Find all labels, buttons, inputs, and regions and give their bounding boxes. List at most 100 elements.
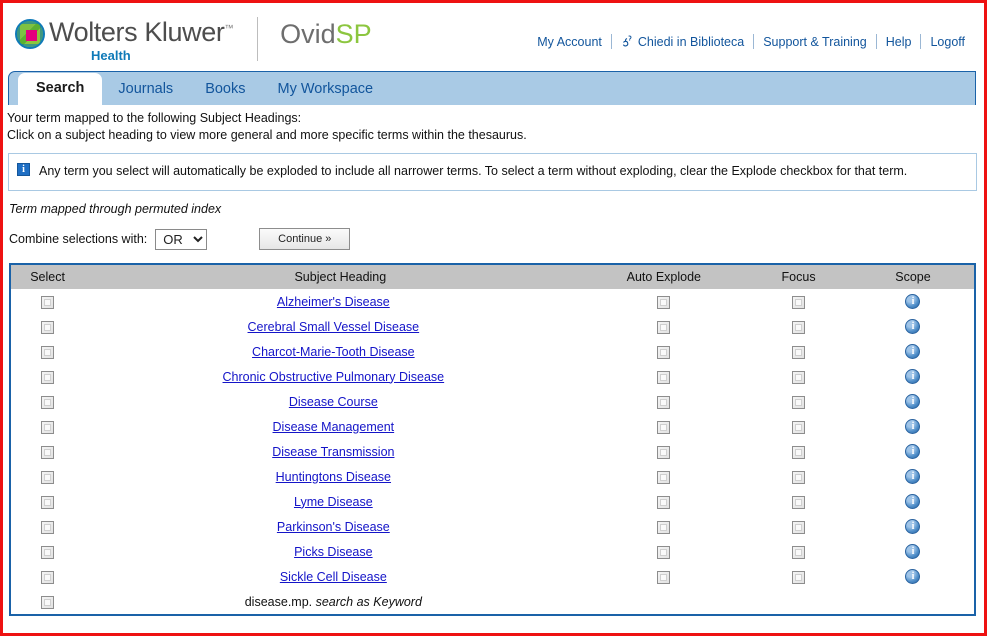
scope-info-icon[interactable]: i bbox=[905, 544, 921, 560]
select-checkbox[interactable] bbox=[41, 570, 55, 584]
checkbox-inner bbox=[660, 423, 668, 431]
cell-select bbox=[11, 364, 84, 389]
scope-info-icon[interactable]: i bbox=[905, 494, 921, 510]
focus-checkbox[interactable] bbox=[792, 295, 806, 309]
select-checkbox[interactable] bbox=[41, 445, 55, 459]
auto-explode-checkbox[interactable] bbox=[657, 420, 671, 434]
tab-books[interactable]: Books bbox=[189, 75, 261, 105]
checkbox-inner bbox=[660, 373, 668, 381]
select-checkbox[interactable] bbox=[41, 345, 55, 359]
select-checkbox[interactable] bbox=[41, 545, 55, 559]
cell-select bbox=[11, 514, 84, 539]
select-checkbox[interactable] bbox=[41, 595, 55, 609]
cell-auto-explode bbox=[582, 464, 745, 489]
table-row: Cerebral Small Vessel Disease i bbox=[11, 314, 974, 339]
scope-info-icon[interactable]: i bbox=[905, 294, 921, 310]
focus-checkbox[interactable] bbox=[792, 420, 806, 434]
brand-text: Wolters Kluwer™ Health bbox=[49, 13, 233, 63]
trademark-mark: ™ bbox=[224, 23, 234, 33]
focus-checkbox[interactable] bbox=[792, 320, 806, 334]
page-header: Wolters Kluwer™ Health OvidSP My Account… bbox=[3, 3, 984, 71]
subject-heading-link[interactable]: Picks Disease bbox=[294, 545, 373, 559]
focus-checkbox[interactable] bbox=[792, 345, 806, 359]
info-icon: i bbox=[17, 163, 30, 176]
subject-heading-link[interactable]: Alzheimer's Disease bbox=[277, 295, 390, 309]
select-checkbox[interactable] bbox=[41, 295, 55, 309]
select-checkbox[interactable] bbox=[41, 395, 55, 409]
nav-ask-a-librarian[interactable]: Chiedi in Biblioteca bbox=[612, 35, 753, 49]
auto-explode-checkbox[interactable] bbox=[657, 495, 671, 509]
auto-explode-checkbox[interactable] bbox=[657, 445, 671, 459]
auto-explode-checkbox[interactable] bbox=[657, 470, 671, 484]
auto-explode-checkbox[interactable] bbox=[657, 545, 671, 559]
subject-heading-link[interactable]: Sickle Cell Disease bbox=[280, 570, 387, 584]
focus-checkbox[interactable] bbox=[792, 370, 806, 384]
auto-explode-checkbox[interactable] bbox=[657, 295, 671, 309]
checkbox-inner bbox=[44, 448, 52, 456]
auto-explode-checkbox[interactable] bbox=[657, 345, 671, 359]
scope-info-icon[interactable]: i bbox=[905, 419, 921, 435]
cell-focus bbox=[745, 389, 852, 414]
focus-checkbox[interactable] bbox=[792, 470, 806, 484]
focus-checkbox[interactable] bbox=[792, 570, 806, 584]
focus-checkbox[interactable] bbox=[792, 395, 806, 409]
nav-support-training[interactable]: Support & Training bbox=[754, 35, 876, 49]
select-checkbox[interactable] bbox=[41, 420, 55, 434]
scope-info-icon[interactable]: i bbox=[905, 394, 921, 410]
checkbox-inner bbox=[44, 473, 52, 481]
checkbox-inner bbox=[795, 323, 803, 331]
focus-checkbox[interactable] bbox=[792, 520, 806, 534]
continue-button[interactable]: Continue » bbox=[259, 228, 351, 250]
cell-select bbox=[11, 589, 84, 614]
subject-heading-link[interactable]: Huntingtons Disease bbox=[276, 470, 391, 484]
cell-select bbox=[11, 464, 84, 489]
subject-heading-link[interactable]: Charcot-Marie-Tooth Disease bbox=[252, 345, 415, 359]
subject-heading-link[interactable]: Lyme Disease bbox=[294, 495, 373, 509]
subject-heading-link[interactable]: Disease Course bbox=[289, 395, 378, 409]
checkbox-inner bbox=[660, 298, 668, 306]
cell-scope: i bbox=[852, 314, 974, 339]
auto-explode-checkbox[interactable] bbox=[657, 370, 671, 384]
scope-info-icon[interactable]: i bbox=[905, 369, 921, 385]
cell-scope: i bbox=[852, 289, 974, 314]
select-checkbox[interactable] bbox=[41, 495, 55, 509]
table-body: Alzheimer's Disease i Cerebral Small Vesse… bbox=[11, 289, 974, 614]
table-row: disease.mp. search as Keyword bbox=[11, 589, 974, 614]
checkbox-inner bbox=[795, 573, 803, 581]
focus-checkbox[interactable] bbox=[792, 495, 806, 509]
nav-my-account[interactable]: My Account bbox=[528, 35, 611, 49]
scope-info-icon[interactable]: i bbox=[905, 344, 921, 360]
subject-heading-link[interactable]: Disease Management bbox=[273, 420, 395, 434]
scope-info-icon[interactable]: i bbox=[905, 519, 921, 535]
auto-explode-checkbox[interactable] bbox=[657, 320, 671, 334]
auto-explode-checkbox[interactable] bbox=[657, 520, 671, 534]
nav-help[interactable]: Help bbox=[877, 35, 921, 49]
auto-explode-checkbox[interactable] bbox=[657, 570, 671, 584]
cell-subject-heading: disease.mp. search as Keyword bbox=[84, 589, 582, 614]
subject-heading-link[interactable]: Parkinson's Disease bbox=[277, 520, 390, 534]
focus-checkbox[interactable] bbox=[792, 445, 806, 459]
scope-info-icon[interactable]: i bbox=[905, 319, 921, 335]
tab-my-workspace[interactable]: My Workspace bbox=[262, 75, 390, 105]
cell-scope: i bbox=[852, 439, 974, 464]
checkbox-inner bbox=[795, 348, 803, 356]
cell-select bbox=[11, 414, 84, 439]
auto-explode-checkbox[interactable] bbox=[657, 395, 671, 409]
subject-heading-link[interactable]: Disease Transmission bbox=[272, 445, 394, 459]
subject-heading-link[interactable]: Cerebral Small Vessel Disease bbox=[248, 320, 420, 334]
select-checkbox[interactable] bbox=[41, 520, 55, 534]
tab-search[interactable]: Search bbox=[18, 73, 103, 105]
checkbox-inner bbox=[795, 473, 803, 481]
nav-logoff[interactable]: Logoff bbox=[921, 35, 974, 49]
cell-auto-explode bbox=[582, 539, 745, 564]
select-checkbox[interactable] bbox=[41, 470, 55, 484]
subject-heading-link[interactable]: Chronic Obstructive Pulmonary Disease bbox=[223, 370, 445, 384]
scope-info-icon[interactable]: i bbox=[905, 469, 921, 485]
focus-checkbox[interactable] bbox=[792, 545, 806, 559]
scope-info-icon[interactable]: i bbox=[905, 444, 921, 460]
select-checkbox[interactable] bbox=[41, 320, 55, 334]
scope-info-icon[interactable]: i bbox=[905, 569, 921, 585]
tab-journals[interactable]: Journals bbox=[102, 75, 189, 105]
combine-operator-select[interactable]: OR AND bbox=[155, 228, 208, 250]
select-checkbox[interactable] bbox=[41, 370, 55, 384]
